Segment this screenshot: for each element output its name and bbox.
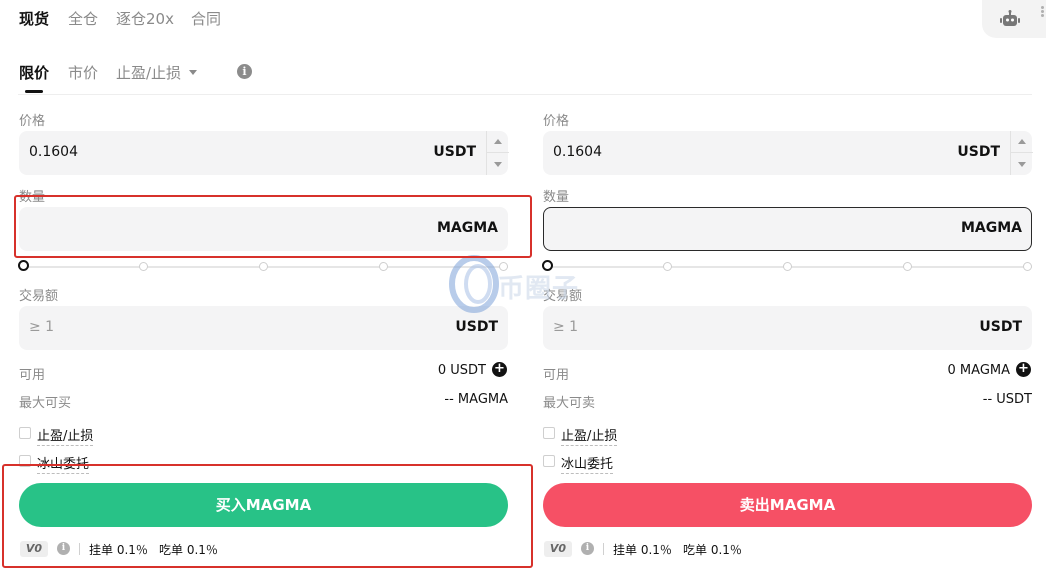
buy-max-label: 最大可买: [19, 396, 72, 411]
sell-price-label: 价格: [543, 114, 570, 129]
plus-circle-icon[interactable]: +: [492, 362, 507, 377]
tab-tpsl[interactable]: 止盈/止损: [116, 62, 198, 83]
sell-max-value: -- USDT: [982, 392, 1032, 407]
checkbox[interactable]: [543, 455, 555, 467]
fee-info-icon[interactable]: i: [581, 542, 594, 555]
watermark-text: 币圈子: [498, 274, 580, 304]
slider-stop[interactable]: [379, 262, 388, 271]
sell-max-label: 最大可卖: [543, 396, 596, 411]
sell-qty-label: 数量: [543, 190, 570, 205]
checkbox[interactable]: [543, 427, 555, 439]
buy-price-stepper[interactable]: [486, 131, 509, 175]
buy-tpsl-label: 止盈/止损: [37, 425, 94, 446]
sell-qty-input[interactable]: MAGMA: [543, 207, 1032, 251]
buy-taker-fee: 吃单 0.1％: [159, 541, 218, 558]
sell-price-unit: USDT: [957, 144, 1000, 160]
buy-iceberg-label: 冰山委托: [37, 453, 90, 474]
maker-label: 挂单: [89, 543, 114, 557]
sell-maker-fee: 挂单 0.1％: [613, 541, 672, 558]
checkbox[interactable]: [19, 455, 31, 467]
buy-maker-fee: 挂单 0.1％: [89, 541, 148, 558]
slider-stop[interactable]: [1023, 262, 1032, 271]
tab-market[interactable]: 市价: [68, 62, 98, 83]
taker-label: 吃单: [683, 543, 708, 557]
tab-limit[interactable]: 限价: [19, 62, 49, 83]
sell-available-value: 0 MAGMA: [947, 363, 1010, 378]
active-tab-indicator: [25, 90, 43, 93]
stepper-up-icon[interactable]: [494, 139, 502, 144]
sell-price-stepper[interactable]: [1010, 131, 1033, 175]
robot-button[interactable]: [982, 0, 1046, 38]
buy-qty-input[interactable]: MAGMA: [19, 207, 508, 251]
buy-qty-unit: MAGMA: [436, 220, 498, 236]
robot-icon: [1000, 10, 1020, 26]
slider-stop[interactable]: [903, 262, 912, 271]
slider-handle[interactable]: [18, 260, 29, 271]
buy-available-value: 0 USDT: [437, 363, 486, 378]
tab-contract[interactable]: 合同: [191, 8, 221, 29]
stepper-down-icon[interactable]: [494, 162, 502, 167]
sell-taker-fee: 吃单 0.1％: [683, 541, 742, 558]
sell-iceberg-label: 冰山委托: [561, 453, 614, 474]
tab-tpsl-label: 止盈/止损: [116, 64, 182, 82]
tab-spot[interactable]: 现货: [19, 8, 49, 29]
buy-percent-slider[interactable]: [18, 260, 508, 273]
maker-value: 0.1％: [116, 543, 148, 557]
fee-info-icon[interactable]: i: [57, 542, 70, 555]
stepper-down-icon[interactable]: [1018, 162, 1026, 167]
caret-down-icon: [189, 70, 198, 75]
sell-price-value: 0.1604: [553, 144, 602, 160]
taker-value: 0.1％: [710, 543, 742, 557]
buy-price-input[interactable]: 0.1604 USDT: [19, 131, 509, 175]
tab-isolated-20x[interactable]: 逐仓20x: [116, 8, 174, 29]
buy-max-value: -- MAGMA: [444, 392, 508, 407]
slider-stop[interactable]: [259, 262, 268, 271]
checkbox[interactable]: [19, 427, 31, 439]
sell-tpsl-label: 止盈/止损: [561, 425, 618, 446]
watermark: 币圈子: [448, 254, 598, 314]
taker-value: 0.1％: [186, 543, 218, 557]
sell-button[interactable]: 卖出MAGMA: [543, 483, 1032, 527]
sell-amount-input[interactable]: ≥ 1 USDT: [543, 306, 1032, 350]
sell-price-input[interactable]: 0.1604 USDT: [543, 131, 1033, 175]
tab-cross[interactable]: 全仓: [68, 8, 98, 29]
sell-percent-slider[interactable]: [542, 260, 1032, 273]
divider: [18, 94, 1032, 95]
more-icon[interactable]: [1041, 6, 1044, 17]
buy-amount-unit: USDT: [455, 319, 498, 335]
vip-level-badge: V0: [20, 541, 48, 557]
maker-value: 0.1％: [640, 543, 672, 557]
taker-label: 吃单: [159, 543, 184, 557]
buy-amount-label: 交易额: [19, 289, 59, 304]
buy-button[interactable]: 买入MAGMA: [19, 483, 508, 527]
buy-price-value: 0.1604: [29, 144, 78, 160]
sell-amount-placeholder: ≥ 1: [553, 319, 579, 335]
sell-available: 0 MAGMA +: [947, 362, 1031, 378]
slider-stop[interactable]: [783, 262, 792, 271]
slider-stop[interactable]: [139, 262, 148, 271]
sell-amount-unit: USDT: [979, 319, 1022, 335]
sell-qty-unit: MAGMA: [960, 220, 1022, 236]
divider: [603, 543, 604, 555]
info-icon[interactable]: i: [237, 64, 252, 79]
buy-available: 0 USDT +: [437, 362, 507, 378]
vip-level-badge: V0: [544, 541, 572, 557]
sell-available-label: 可用: [543, 368, 570, 383]
buy-amount-placeholder: ≥ 1: [29, 319, 55, 335]
buy-qty-label: 数量: [19, 190, 46, 205]
stepper-up-icon[interactable]: [1018, 139, 1026, 144]
buy-amount-input[interactable]: ≥ 1 USDT: [19, 306, 508, 350]
divider: [79, 543, 80, 555]
buy-price-label: 价格: [19, 114, 46, 129]
buy-price-unit: USDT: [433, 144, 476, 160]
maker-label: 挂单: [613, 543, 638, 557]
plus-circle-icon[interactable]: +: [1016, 362, 1031, 377]
buy-available-label: 可用: [19, 368, 46, 383]
slider-stop[interactable]: [663, 262, 672, 271]
